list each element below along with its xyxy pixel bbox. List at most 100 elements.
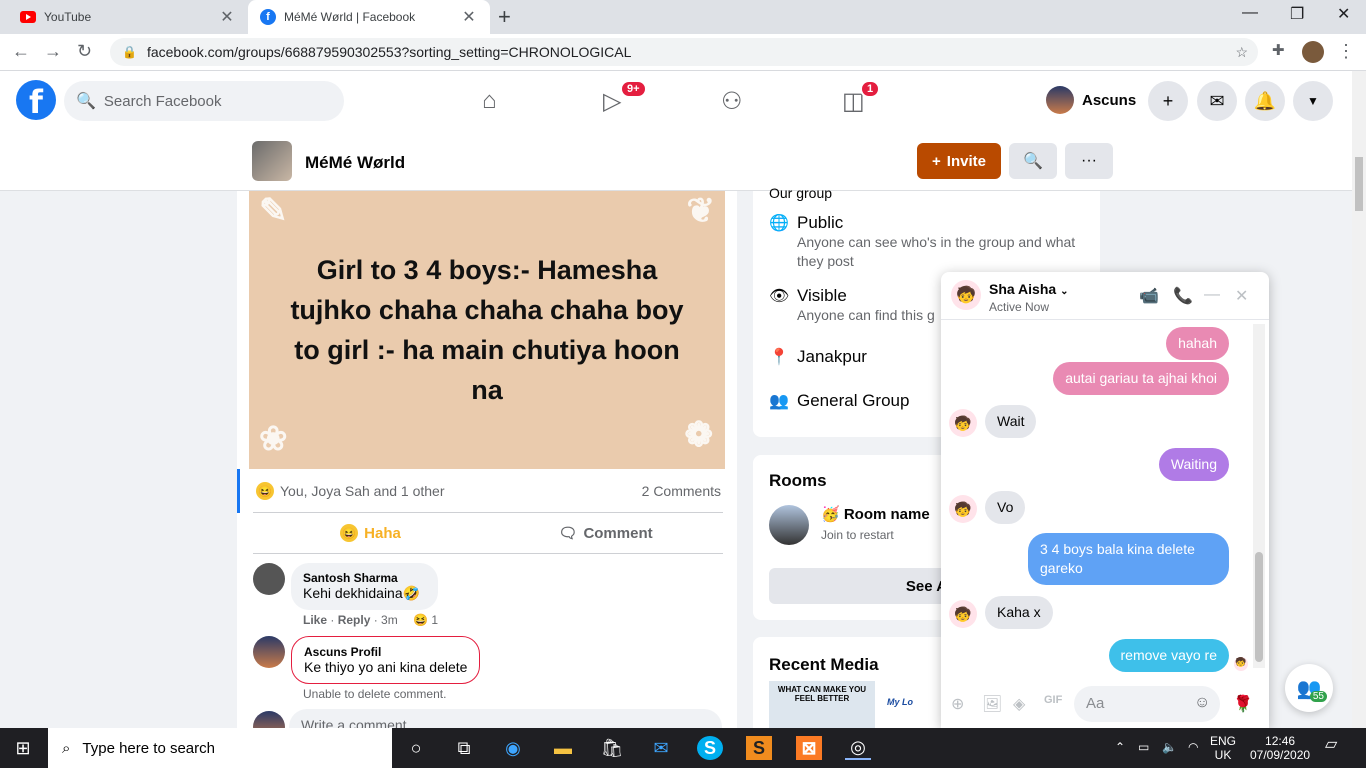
group-search-button[interactable]: 🔍 (1009, 143, 1057, 179)
store-icon[interactable]: 🛍 (599, 736, 625, 760)
emoji-icon[interactable]: ☺ (1194, 694, 1210, 712)
room-name[interactable]: 🥳 Room name (821, 505, 930, 523)
back-icon[interactable]: ← (12, 41, 30, 62)
minimize-icon[interactable]: — (1204, 286, 1220, 304)
home-icon[interactable]: ⌂ (482, 87, 497, 115)
avatar[interactable] (253, 636, 285, 668)
sublime-icon[interactable]: S (746, 736, 772, 760)
close-tab-icon[interactable]: ✕ (460, 7, 478, 27)
groups-icon[interactable]: ⚇ (721, 87, 743, 116)
chat-status: Active Now (989, 300, 1050, 314)
meme-image[interactable]: ✎ ❦ ❀ ❁ Girl to 3 4 boys:- Hamesha tujhk… (249, 191, 725, 469)
forward-icon[interactable]: → (44, 41, 62, 62)
address-bar[interactable]: 🔒 facebook.com/groups/668879590302553?so… (110, 38, 1258, 66)
browser-menu-icon[interactable]: ⋮ (1337, 41, 1355, 62)
gaming-badge: 1 (860, 80, 881, 98)
comment-icon: 🗨 (558, 525, 578, 542)
file-explorer-icon[interactable]: ▬ (550, 736, 576, 760)
photo-icon[interactable]: 🖼 (982, 694, 1002, 714)
message-outgoing: hahah (1166, 327, 1229, 360)
cortana-icon[interactable]: ○ (403, 736, 429, 760)
comment-author[interactable]: Ascuns Profil (304, 645, 467, 659)
mail-icon[interactable]: ✉ (648, 736, 674, 760)
browser-profile-avatar[interactable] (1302, 41, 1324, 63)
chrome-icon[interactable]: ◎ (845, 736, 871, 760)
gif-icon[interactable]: GIF (1044, 694, 1062, 706)
watch-badge: 9+ (620, 80, 647, 98)
battery-icon[interactable]: ▭ (1138, 740, 1149, 754)
scroll-thumb[interactable] (1355, 157, 1363, 211)
comment-button[interactable]: 🗨 Comment (488, 513, 723, 553)
network-icon[interactable]: ◠ (1188, 740, 1198, 754)
avatar (1046, 86, 1074, 114)
avatar[interactable]: 🧒 (951, 280, 981, 310)
account-menu-icon[interactable]: ▼ (1293, 81, 1333, 121)
reload-icon[interactable]: ↻ (77, 41, 92, 62)
reply-link[interactable]: Reply (338, 613, 371, 627)
close-icon[interactable]: ✕ (1235, 286, 1248, 306)
create-button[interactable]: + (1148, 81, 1188, 121)
avatar[interactable] (253, 563, 285, 595)
add-icon[interactable]: ⊕ (951, 694, 964, 714)
xampp-icon[interactable]: ⊠ (796, 736, 822, 760)
group-name[interactable]: MéMé Wørld (305, 153, 405, 173)
clock[interactable]: 12:46 07/09/2020 (1250, 734, 1310, 762)
minimize-window-icon[interactable]: — (1242, 4, 1258, 22)
facebook-logo-icon[interactable]: f (16, 80, 56, 121)
about-row-location: 📍 Janakpur (769, 347, 867, 367)
skype-icon[interactable]: S (697, 736, 723, 760)
comment-author[interactable]: Santosh Sharma (303, 571, 426, 585)
tab-facebook[interactable]: f MéMé Wørld | Facebook ✕ (248, 0, 490, 34)
avatar[interactable] (769, 505, 809, 545)
close-tab-icon[interactable]: ✕ (218, 7, 236, 27)
profile-link[interactable]: Ascuns (1046, 86, 1136, 114)
tray-chevron-icon[interactable]: ⌃ (1115, 740, 1125, 754)
video-call-icon[interactable]: 📹 (1139, 286, 1159, 306)
taskbar-search-placeholder: Type here to search (82, 739, 215, 757)
notification-center-icon[interactable]: ▱ (1325, 737, 1337, 753)
chat-contact-name[interactable]: Sha Aisha ⌄ (989, 281, 1068, 297)
edge-icon[interactable]: ◉ (500, 736, 526, 760)
page-scrollbar[interactable] (1352, 71, 1366, 728)
about-title: General Group (797, 391, 910, 410)
avatar: 🧒 (949, 600, 977, 628)
tab-title: MéMé Wørld | Facebook (284, 10, 416, 24)
comment-item: Santosh Sharma Kehi dekhidaina🤣 Like · R… (253, 563, 439, 627)
date-text: 07/09/2020 (1250, 748, 1311, 762)
invite-button[interactable]: + Invite (917, 143, 1001, 179)
lang-code: ENG (1210, 734, 1237, 748)
watch-icon[interactable]: ▷ (603, 87, 621, 116)
chat-scroll-thumb[interactable] (1255, 552, 1263, 662)
volume-icon[interactable]: 🔈 (1162, 740, 1177, 754)
windows-start-icon[interactable]: ⊞ (10, 736, 36, 760)
new-tab-button[interactable]: + (498, 6, 511, 28)
bookmark-star-icon[interactable]: ☆ (1235, 44, 1248, 61)
rose-icon[interactable]: 🌹 (1233, 694, 1253, 714)
close-window-icon[interactable]: ✕ (1337, 4, 1350, 24)
new-message-button[interactable]: 👥 55 (1285, 664, 1333, 712)
comment-text: Ke thiyo yo ani kina delete (304, 659, 468, 675)
messenger-icon[interactable]: ✉ (1197, 81, 1237, 121)
windows-taskbar: ⊞ ⌕ Type here to search ○ ⧉ ◉ ▬ 🛍 ✉ S S … (0, 728, 1366, 768)
about-title[interactable]: Janakpur (797, 347, 867, 367)
haha-button[interactable]: 😆 Haha (253, 513, 488, 553)
task-view-icon[interactable]: ⧉ (451, 736, 477, 760)
comments-count[interactable]: 2 Comments (642, 483, 721, 499)
taskbar-search[interactable]: ⌕ Type here to search (48, 728, 392, 768)
extensions-icon[interactable]: ✚ (1272, 41, 1285, 59)
more-options-button[interactable]: ··· (1065, 143, 1113, 179)
search-input[interactable]: 🔍 Search Facebook (64, 81, 344, 121)
language-indicator[interactable]: ENG UK (1210, 734, 1236, 762)
reactors-text[interactable]: You, Joya Sah and 1 other (280, 483, 445, 499)
location-icon: 📍 (769, 349, 789, 366)
like-link[interactable]: Like (303, 613, 327, 627)
maximize-window-icon[interactable]: ❐ (1290, 4, 1304, 24)
comment-reaction-count[interactable]: 😆 1 (413, 613, 438, 627)
notifications-icon[interactable]: 🔔 (1245, 81, 1285, 121)
sticker-icon[interactable]: ◈ (1013, 694, 1025, 714)
post-card: ✎ ❦ ❀ ❁ Girl to 3 4 boys:- Hamesha tujhk… (237, 191, 737, 745)
profile-name: Ascuns (1082, 91, 1137, 109)
tab-youtube[interactable]: YouTube ✕ (8, 0, 248, 34)
phone-icon[interactable]: 📞 (1173, 286, 1193, 306)
group-thumbnail[interactable] (252, 141, 292, 181)
